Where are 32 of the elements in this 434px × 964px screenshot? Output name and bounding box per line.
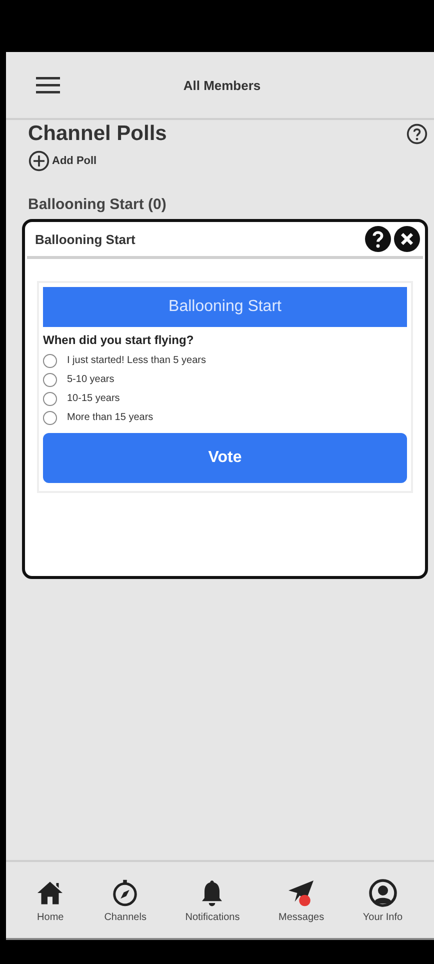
option-label: I just started! Less than 5 years [67, 355, 206, 366]
nav-item[interactable]: Your Info [362, 878, 403, 922]
radio-button[interactable] [43, 354, 57, 368]
poll-heading[interactable]: Ballooning Start (0) [28, 196, 428, 213]
close-button[interactable] [394, 226, 420, 252]
option-label: 5-10 years [67, 374, 114, 385]
nav-item[interactable]: Messages [278, 878, 324, 922]
poll-option[interactable]: 5-10 years [43, 370, 114, 389]
poll-question: When did you start flying? [43, 333, 195, 347]
page-title: Channel Polls [28, 122, 167, 146]
nav-item[interactable]: Notifications [185, 878, 240, 922]
add-poll-button[interactable]: Add Poll [28, 150, 97, 172]
radio-button[interactable] [43, 372, 57, 386]
dialog-title: Ballooning Start [35, 232, 136, 246]
option-label: 10-15 years [67, 393, 120, 404]
poll-option[interactable]: 10-15 years [43, 389, 120, 408]
header-title: All Members [182, 78, 262, 92]
messages-icon [286, 878, 316, 908]
menu-icon[interactable] [36, 75, 60, 95]
help-button[interactable] [365, 226, 391, 252]
option-label: More than 15 years [67, 412, 154, 423]
help-icon[interactable] [406, 123, 428, 145]
radio-button[interactable] [43, 392, 57, 406]
radio-button[interactable] [43, 410, 57, 424]
poll-option[interactable]: I just started! Less than 5 years [43, 351, 206, 370]
plus-icon [28, 150, 50, 172]
nav-item[interactable]: Home [35, 878, 66, 922]
poll-option[interactable]: More than 15 years [43, 408, 154, 427]
vote-button[interactable]: Vote [43, 433, 407, 483]
nav-item[interactable]: Channels [104, 878, 146, 922]
profile-icon [368, 878, 398, 908]
poll-title: Ballooning Start [43, 287, 407, 327]
